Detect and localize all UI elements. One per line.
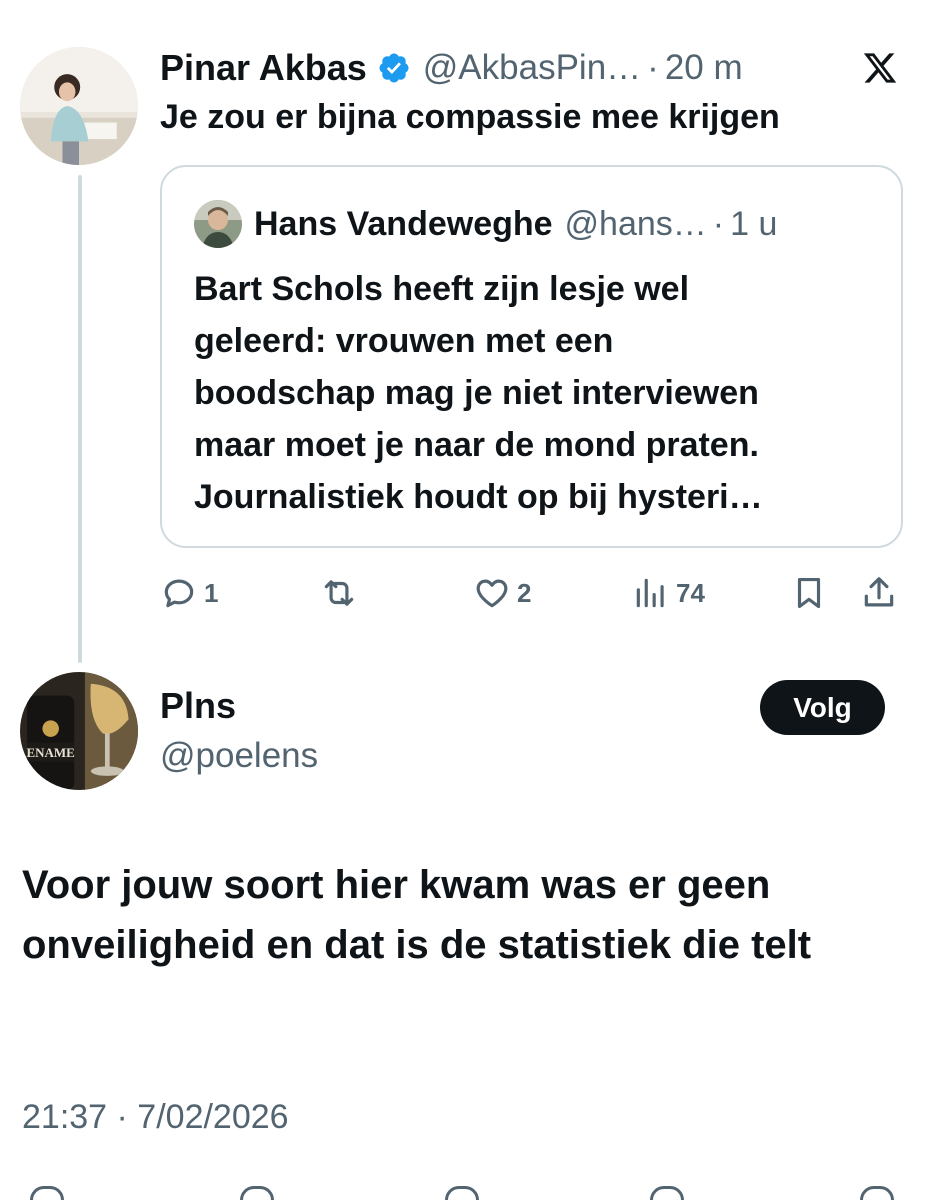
author-handle[interactable]: @AkbasPin… <box>423 48 641 88</box>
bookmark-icon[interactable] <box>650 1186 684 1200</box>
retweet-button[interactable] <box>320 570 358 616</box>
reply-tweet-text: Voor jouw soort hier kwam was er geen on… <box>22 863 812 967</box>
quoting-tweet-text: Je zou er bijna compassie mee krijgen <box>160 98 780 136</box>
quoted-tweet-time: 1 u <box>730 204 778 243</box>
views-icon <box>636 578 664 608</box>
verified-badge-icon <box>377 51 411 85</box>
tweet-action-bar: 1 2 74 <box>160 570 905 616</box>
x-logo-icon[interactable] <box>860 50 900 86</box>
follow-button[interactable]: Volg <box>760 680 885 735</box>
tweet-time[interactable]: 20 m <box>665 48 743 88</box>
separator-dot: · <box>712 204 725 243</box>
author-name[interactable]: Pinar Akbas <box>160 47 367 89</box>
avatar-pinar-akbas[interactable] <box>20 47 138 165</box>
quoted-tweet-text: Bart Schols heeft zijn lesje wel geleerd… <box>194 270 763 516</box>
retweet-icon[interactable] <box>240 1186 274 1200</box>
bookmark-button[interactable] <box>790 570 828 616</box>
views-count: 74 <box>676 577 705 608</box>
tweet-timestamp[interactable]: 21:37 · 7/02/2026 <box>22 1098 289 1137</box>
avatar-plns[interactable]: ENAME <box>20 672 138 790</box>
reply-icon[interactable] <box>30 1186 64 1200</box>
reply-button[interactable]: 1 <box>160 570 218 616</box>
avatar-bottle-label: ENAME <box>27 745 75 760</box>
reply-icon <box>164 579 194 608</box>
reply-author-handle[interactable]: @poelens <box>160 736 318 776</box>
quoted-author-name: Hans Vandeweghe <box>254 204 553 243</box>
share-icon <box>864 577 894 607</box>
avatar-photo <box>20 47 138 165</box>
bookmark-icon <box>797 577 821 609</box>
share-button[interactable] <box>860 570 898 616</box>
thread-connector-line <box>78 175 82 663</box>
share-icon[interactable] <box>860 1186 894 1200</box>
like-icon[interactable] <box>445 1186 479 1200</box>
like-button[interactable]: 2 <box>473 570 531 616</box>
bottom-action-bar-partial <box>0 1180 925 1200</box>
like-icon <box>476 579 508 608</box>
views-button[interactable]: 74 <box>632 570 705 616</box>
reply-author-name[interactable]: Plns <box>160 685 236 727</box>
reply-count: 1 <box>204 577 219 608</box>
quoted-tweet-card[interactable]: Hans Vandeweghe @hans… · 1 u Bart Schols… <box>160 165 903 548</box>
quoted-author-handle: @hans… <box>564 204 707 243</box>
retweet-icon <box>324 580 354 606</box>
avatar-photo: ENAME <box>20 672 138 790</box>
quoted-tweet-header: Hans Vandeweghe @hans… · 1 u <box>194 200 778 248</box>
avatar-hans-vandeweghe <box>194 200 242 248</box>
like-count: 2 <box>517 577 532 608</box>
separator-dot: · <box>647 48 659 87</box>
tweet-header: Pinar Akbas @AkbasPin… · 20 m <box>160 44 743 92</box>
